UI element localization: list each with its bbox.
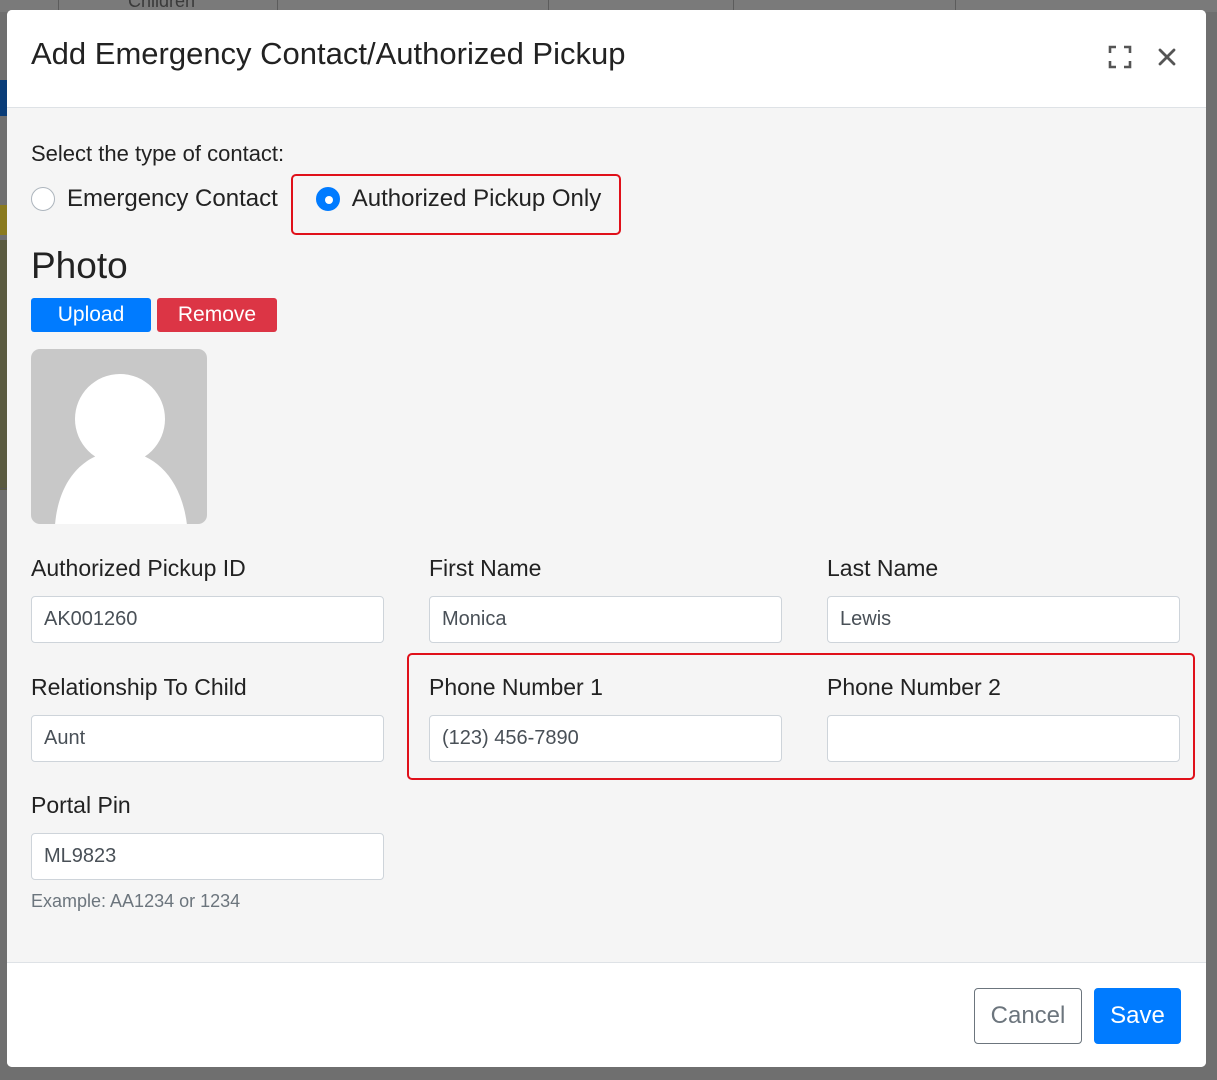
pickup-id-input[interactable] — [31, 596, 384, 643]
relationship-input[interactable] — [31, 715, 384, 762]
modal-footer: Cancel Save — [7, 962, 1206, 1067]
save-button[interactable]: Save — [1094, 988, 1181, 1044]
person-placeholder-icon — [55, 374, 187, 524]
portal-pin-help-text: Example: AA1234 or 1234 — [31, 891, 241, 911]
cancel-button[interactable]: Cancel — [974, 988, 1082, 1044]
radio-label: Emergency Contact — [67, 185, 278, 212]
modal-title: Add Emergency Contact/Authorized Pickup — [31, 36, 626, 71]
last-name-input[interactable] — [827, 596, 1180, 643]
remove-button[interactable]: Remove — [157, 298, 277, 332]
modal-body: Select the type of contact: Emergency Co… — [7, 109, 1206, 962]
portal-pin-input[interactable] — [31, 833, 384, 880]
expand-icon[interactable] — [1103, 40, 1137, 74]
close-icon[interactable] — [1150, 40, 1184, 74]
relationship-label: Relationship To Child — [31, 674, 247, 700]
radio-button-unchecked[interactable] — [31, 187, 55, 211]
last-name-label: Last Name — [827, 555, 939, 581]
pickup-id-label: Authorized Pickup ID — [31, 555, 246, 581]
avatar — [31, 349, 207, 524]
first-name-label: First Name — [429, 555, 542, 581]
photo-heading: Photo — [31, 245, 128, 286]
portal-pin-label: Portal Pin — [31, 792, 131, 818]
upload-button[interactable]: Upload — [31, 298, 151, 332]
highlight-box-phone-numbers — [407, 653, 1195, 780]
add-contact-modal: Add Emergency Contact/Authorized Pickup … — [7, 10, 1206, 1067]
modal-header: Add Emergency Contact/Authorized Pickup — [7, 10, 1206, 108]
highlight-box-contact-type — [291, 174, 621, 235]
radio-emergency-contact[interactable]: Emergency Contact — [31, 185, 278, 213]
contact-type-label: Select the type of contact: — [31, 141, 285, 166]
first-name-input[interactable] — [429, 596, 782, 643]
